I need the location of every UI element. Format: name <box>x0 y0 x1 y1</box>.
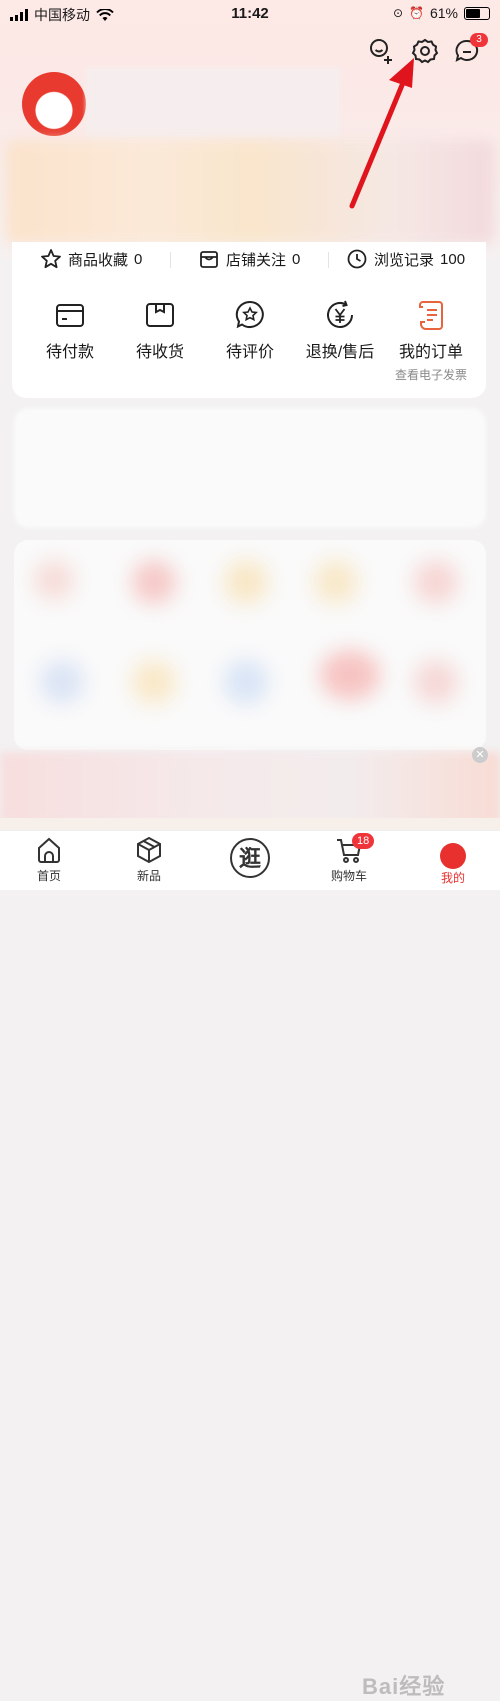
stat-label: 商品收藏 <box>68 251 129 269</box>
divider <box>170 252 171 268</box>
refund-yen-icon <box>327 300 353 328</box>
tab-label: 新品 <box>136 869 161 883</box>
cart-badge: 18 <box>352 833 375 849</box>
order-pending-receipt[interactable]: 待收货 <box>115 298 205 362</box>
avatar[interactable] <box>22 72 86 136</box>
box-icon <box>137 836 161 864</box>
profile-icon <box>440 843 466 869</box>
e-invoice-link[interactable]: 查看电子发票 <box>386 366 476 383</box>
tab-label: 购物车 <box>330 869 367 883</box>
stats-row: 商品收藏 0 店铺关注 0 浏览记录 100 <box>12 242 486 276</box>
order-pending-review[interactable]: 待评价 <box>205 298 295 362</box>
tab-cart[interactable]: 18 购物车 <box>314 833 384 884</box>
home-icon <box>38 837 60 863</box>
order-list-icon <box>419 301 443 330</box>
tab-explore[interactable]: 逛 <box>215 835 285 883</box>
order-pending-payment[interactable]: 待付款 <box>25 298 115 362</box>
order-label: 待付款 <box>45 344 94 361</box>
message-badge: 3 <box>470 33 488 47</box>
blurred-section <box>14 408 486 528</box>
history-link[interactable]: 浏览记录 100 <box>346 248 465 270</box>
gear-icon <box>411 38 439 64</box>
settings-button[interactable] <box>410 36 440 66</box>
my-orders[interactable]: 我的订单 查看电子发票 <box>386 298 476 383</box>
status-bar: 中国移动 11:42 ⊙ ⏰ 61% <box>0 0 500 28</box>
lock-rotation-icon: ⊙ <box>392 6 404 20</box>
battery-icon <box>464 6 490 20</box>
username-blurred <box>86 68 340 138</box>
shop-icon <box>200 251 218 268</box>
tab-new[interactable]: 新品 <box>114 835 184 884</box>
tab-label: 首页 <box>36 869 61 883</box>
watermark-text: Bai经验 <box>362 1674 446 1699</box>
svg-text:逛: 逛 <box>239 846 261 872</box>
alarm-icon: ⏰ <box>409 6 424 20</box>
messages-button[interactable]: 3 <box>452 33 488 66</box>
blurred-grid-section <box>14 540 486 750</box>
blurred-promo-strip <box>0 752 500 824</box>
explore-icon: 逛 <box>230 838 270 878</box>
stat-count: 0 <box>292 250 301 268</box>
add-friend-button[interactable] <box>366 36 396 66</box>
order-label: 待收货 <box>135 344 184 361</box>
wallet-icon <box>56 304 84 327</box>
order-card: 商品收藏 0 店铺关注 0 浏览记录 100 待付款 待收货 待评价 退换/售后 <box>12 242 486 398</box>
tab-label: 我的 <box>440 871 465 885</box>
favorites-link[interactable]: 商品收藏 0 <box>40 248 142 270</box>
tab-me[interactable]: 我的 <box>418 835 488 886</box>
order-label: 退换/售后 <box>305 344 375 361</box>
tab-home[interactable]: 首页 <box>14 835 84 884</box>
order-label: 待评价 <box>225 344 274 361</box>
order-status-row: 待付款 待收货 待评价 退换/售后 我的订单 查看电子发票 <box>12 298 486 398</box>
package-icon <box>146 303 174 327</box>
close-icon[interactable]: ✕ <box>472 747 488 763</box>
clock-icon <box>347 249 367 269</box>
stat-count: 100 <box>440 250 466 268</box>
stat-label: 浏览记录 <box>374 251 435 269</box>
order-label: 我的订单 <box>398 344 463 361</box>
review-star-icon <box>235 300 264 329</box>
bottom-tab-bar: 首页 新品 逛 18 购物车 我的 Bai经验 <box>0 830 500 1699</box>
order-after-sales[interactable]: 退换/售后 <box>295 298 385 362</box>
divider <box>328 252 329 268</box>
followed-shops-link[interactable]: 店铺关注 0 <box>198 248 300 270</box>
member-banner-blurred <box>6 140 494 244</box>
battery-percent: 61% <box>429 5 458 21</box>
add-friend-icon <box>370 39 392 64</box>
star-icon <box>41 249 61 269</box>
stat-label: 店铺关注 <box>226 251 287 269</box>
stat-count: 0 <box>134 250 143 268</box>
